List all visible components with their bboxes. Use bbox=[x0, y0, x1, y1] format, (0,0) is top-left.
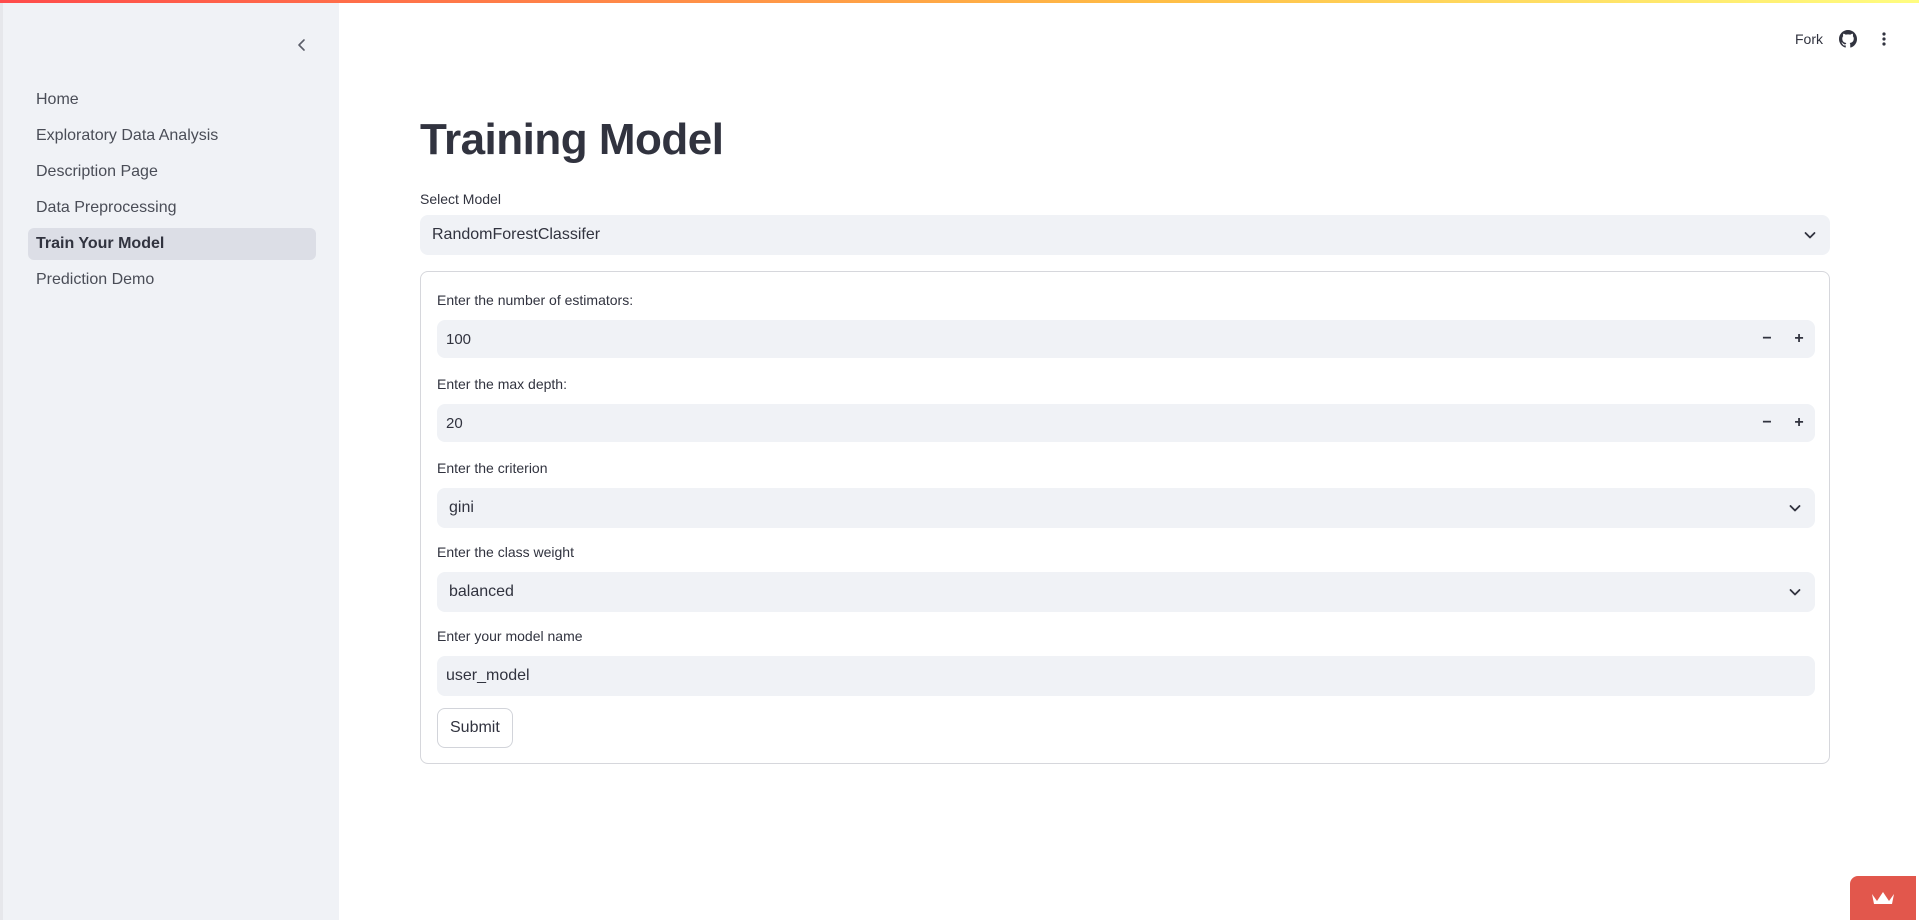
chevron-left-icon bbox=[298, 39, 305, 51]
estimators-group: Enter the number of estimators: 100 − + bbox=[437, 290, 1815, 358]
sidebar-item-label: Train Your Model bbox=[36, 235, 165, 252]
model-name-group: Enter your model name user_model bbox=[437, 626, 1815, 696]
sidebar-item-label: Description Page bbox=[36, 163, 158, 180]
more-vertical-icon[interactable] bbox=[1873, 28, 1895, 50]
max-depth-label: Enter the max depth: bbox=[437, 376, 567, 392]
class-weight-group: Enter the class weight balanced bbox=[437, 542, 1815, 612]
estimators-stepper: − + bbox=[1751, 320, 1815, 358]
sidebar-item-label: Prediction Demo bbox=[36, 271, 155, 288]
max-depth-increment-button[interactable]: + bbox=[1783, 404, 1815, 442]
sidebar-nav: Home Exploratory Data Analysis Descripti… bbox=[28, 84, 316, 300]
crown-icon bbox=[1872, 892, 1894, 904]
max-depth-decrement-button[interactable]: − bbox=[1751, 404, 1783, 442]
fork-link[interactable]: Fork bbox=[1795, 31, 1823, 47]
streamlit-badge[interactable] bbox=[1850, 876, 1916, 920]
max-depth-stepper: − + bbox=[1751, 404, 1815, 442]
select-model-dropdown[interactable]: RandomForestClassifer bbox=[420, 215, 1830, 255]
submit-button[interactable]: Submit bbox=[437, 708, 513, 748]
class-weight-label: Enter the class weight bbox=[437, 544, 574, 560]
estimators-value: 100 bbox=[446, 330, 472, 348]
class-weight-value: balanced bbox=[449, 583, 514, 600]
estimators-number-input[interactable]: 100 − + bbox=[437, 320, 1815, 358]
collapse-sidebar-button[interactable] bbox=[287, 30, 317, 60]
class-weight-dropdown[interactable]: balanced bbox=[437, 572, 1815, 612]
select-model-label: Select Model bbox=[420, 191, 501, 207]
page-title: Training Model bbox=[420, 115, 724, 164]
sidebar-item-label: Exploratory Data Analysis bbox=[36, 127, 219, 144]
estimators-label: Enter the number of estimators: bbox=[437, 292, 634, 308]
criterion-group: Enter the criterion gini bbox=[437, 458, 1815, 528]
max-depth-number-input[interactable]: 20 − + bbox=[437, 404, 1815, 442]
select-model-value: RandomForestClassifer bbox=[432, 226, 601, 243]
max-depth-value: 20 bbox=[446, 414, 463, 432]
header-toolbar: Fork bbox=[1795, 24, 1895, 54]
estimators-increment-button[interactable]: + bbox=[1783, 320, 1815, 358]
top-decoration-bar bbox=[0, 0, 1919, 3]
sidebar-item-label: Home bbox=[36, 91, 79, 108]
github-icon[interactable] bbox=[1837, 28, 1859, 50]
model-name-value: user_model bbox=[446, 667, 530, 684]
chevron-down-icon bbox=[1789, 589, 1801, 596]
sidebar: Home Exploratory Data Analysis Descripti… bbox=[3, 0, 339, 920]
criterion-dropdown[interactable]: gini bbox=[437, 488, 1815, 528]
model-name-label: Enter your model name bbox=[437, 628, 583, 644]
sidebar-item-exploratory-data-analysis[interactable]: Exploratory Data Analysis bbox=[28, 120, 316, 152]
sidebar-item-home[interactable]: Home bbox=[28, 84, 316, 116]
chevron-down-icon bbox=[1789, 505, 1801, 512]
sidebar-item-label: Data Preprocessing bbox=[36, 199, 177, 216]
max-depth-group: Enter the max depth: 20 − + bbox=[437, 374, 1815, 442]
criterion-label: Enter the criterion bbox=[437, 460, 548, 476]
sidebar-item-prediction-demo[interactable]: Prediction Demo bbox=[28, 264, 316, 296]
sidebar-item-train-your-model[interactable]: Train Your Model bbox=[28, 228, 316, 260]
sidebar-item-description-page[interactable]: Description Page bbox=[28, 156, 316, 188]
criterion-value: gini bbox=[449, 499, 474, 516]
estimators-decrement-button[interactable]: − bbox=[1751, 320, 1783, 358]
training-form: Enter the number of estimators: 100 − + … bbox=[420, 271, 1830, 764]
chevron-down-icon bbox=[1804, 232, 1816, 239]
model-name-input[interactable]: user_model bbox=[437, 656, 1815, 696]
sidebar-item-data-preprocessing[interactable]: Data Preprocessing bbox=[28, 192, 316, 224]
